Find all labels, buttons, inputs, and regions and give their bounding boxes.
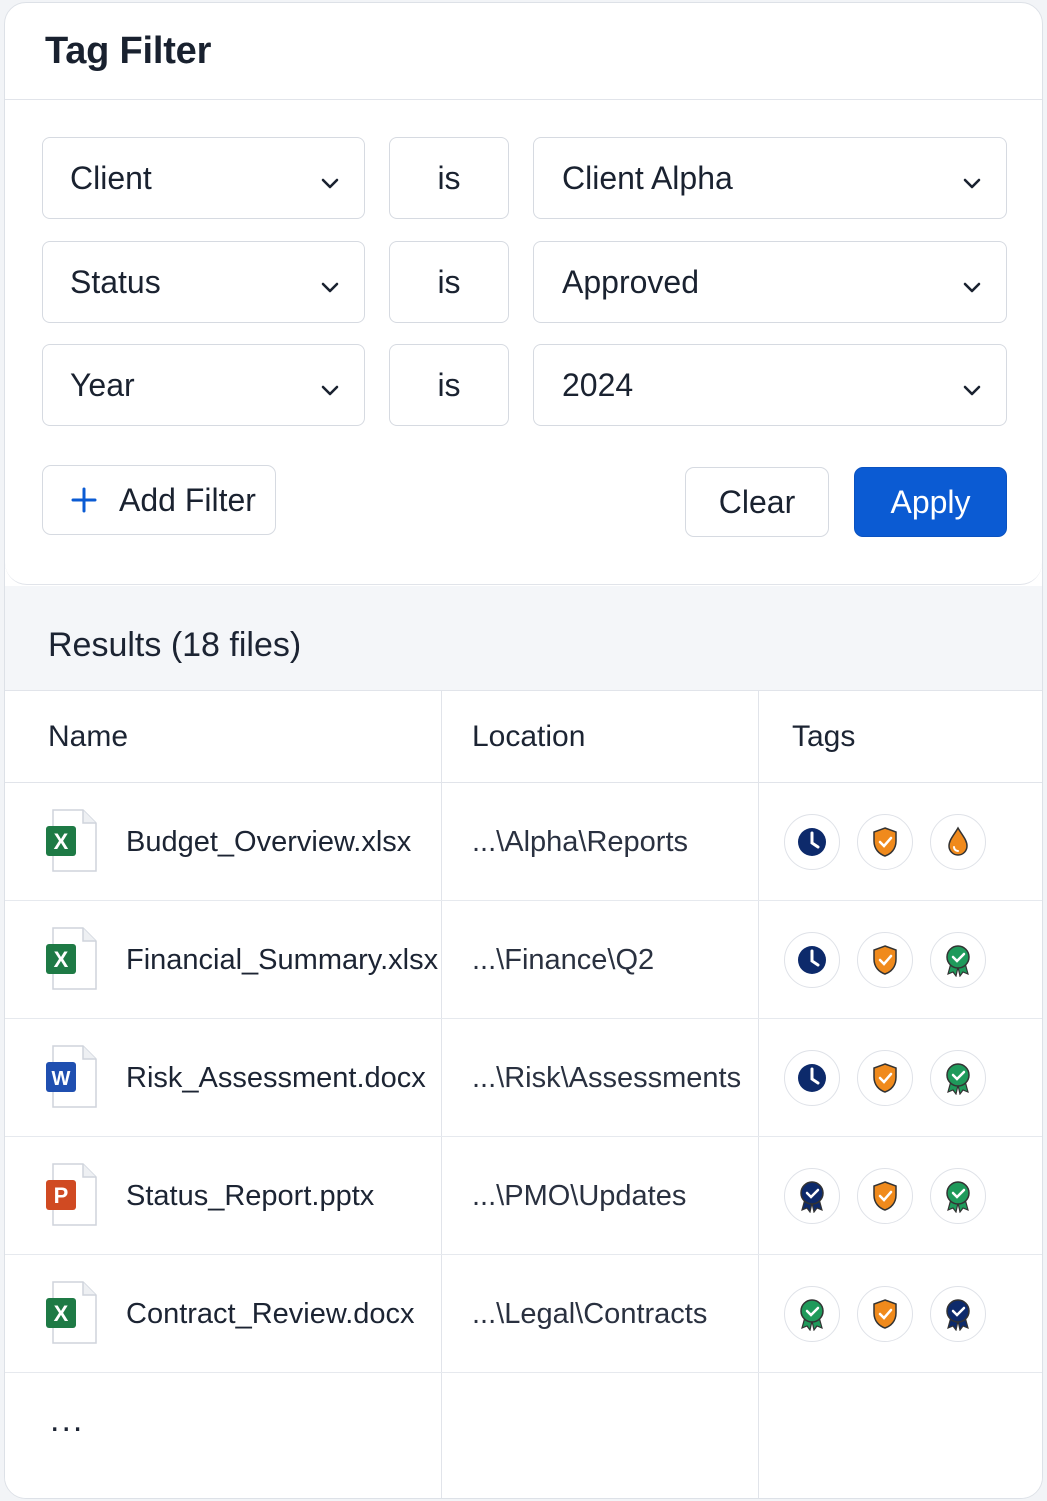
drop-icon[interactable]: [930, 814, 986, 870]
filter-operator[interactable]: is: [389, 344, 509, 426]
excel-file-icon: X: [45, 927, 97, 991]
file-location: ...\Legal\Contracts: [472, 1297, 708, 1330]
table-row[interactable]: W Risk_Assessment.docx ...\Risk\Assessme…: [5, 1019, 1042, 1137]
results-section: Results (18 files) Name Location Tags X …: [5, 586, 1042, 1498]
clock-icon[interactable]: [784, 1050, 840, 1106]
chevron-down-icon: [318, 373, 342, 397]
table-row[interactable]: X Contract_Review.docx ...\Legal\Contrac…: [5, 1255, 1042, 1373]
panel-header: Tag Filter: [5, 3, 1042, 100]
filter-key-select[interactable]: Year: [42, 344, 365, 426]
results-table: Name Location Tags X Budget_Overview.xls…: [5, 690, 1042, 1498]
file-name[interactable]: Contract_Review.docx: [126, 1255, 415, 1373]
badge-green-icon[interactable]: [930, 1050, 986, 1106]
filter-key-value: Status: [70, 263, 161, 300]
svg-text:X: X: [54, 947, 69, 972]
column-header-tags[interactable]: Tags: [792, 691, 855, 783]
chevron-down-icon: [318, 270, 342, 294]
excel-file-icon: X: [45, 809, 97, 873]
add-filter-button[interactable]: Add Filter: [42, 465, 276, 535]
filter-row: Status is Approved: [42, 241, 1007, 323]
badge-green-icon[interactable]: [784, 1286, 840, 1342]
svg-text:X: X: [54, 1301, 69, 1326]
svg-text:X: X: [54, 829, 69, 854]
table-header: Name Location Tags: [5, 691, 1042, 783]
chevron-down-icon: [960, 373, 984, 397]
tag-filter-panel: Tag Filter Client is Client Alpha Status: [4, 2, 1043, 1499]
filter-value-text: Client Alpha: [562, 159, 733, 196]
filter-key-value: Client: [70, 159, 152, 196]
filter-key-select[interactable]: Status: [42, 241, 365, 323]
badge-green-icon[interactable]: [930, 1168, 986, 1224]
shield-icon[interactable]: [857, 1168, 913, 1224]
clear-label: Clear: [718, 483, 796, 520]
badge-navy-icon[interactable]: [784, 1168, 840, 1224]
filter-operator[interactable]: is: [389, 137, 509, 219]
shield-icon[interactable]: [857, 814, 913, 870]
svg-text:W: W: [52, 1068, 71, 1090]
filter-operator-value: is: [437, 366, 461, 403]
add-filter-label: Add Filter: [119, 481, 256, 518]
excel-file-icon: X: [45, 1281, 97, 1345]
file-location: ...\PMO\Updates: [472, 1179, 687, 1212]
chevron-down-icon: [960, 270, 984, 294]
column-header-location[interactable]: Location: [472, 691, 585, 783]
clock-icon[interactable]: [784, 814, 840, 870]
svg-text:P: P: [54, 1183, 69, 1208]
file-location: ...\Finance\Q2: [472, 943, 655, 976]
filter-value-select[interactable]: 2024: [533, 344, 1007, 426]
shield-icon[interactable]: [857, 1286, 913, 1342]
more-results-indicator[interactable]: ...: [50, 1401, 84, 1440]
clock-icon[interactable]: [784, 932, 840, 988]
table-row[interactable]: X Financial_Summary.xlsx ...\Finance\Q2: [5, 901, 1042, 1019]
filter-value-text: Approved: [562, 263, 699, 300]
chevron-down-icon: [960, 166, 984, 190]
file-location: ...\Alpha\Reports: [472, 825, 688, 858]
filter-row: Client is Client Alpha: [42, 137, 1007, 219]
badge-navy-icon[interactable]: [930, 1286, 986, 1342]
shield-icon[interactable]: [857, 932, 913, 988]
badge-green-icon[interactable]: [930, 932, 986, 988]
table-row[interactable]: X Budget_Overview.xlsx ...\Alpha\Reports: [5, 783, 1042, 901]
table-row[interactable]: P Status_Report.pptx ...\PMO\Updates: [5, 1137, 1042, 1255]
apply-button[interactable]: Apply: [854, 467, 1007, 537]
file-name[interactable]: Financial_Summary.xlsx: [126, 901, 438, 1019]
apply-label: Apply: [890, 483, 971, 520]
panel-title: Tag Filter: [45, 29, 212, 72]
file-location: ...\Risk\Assessments: [472, 1061, 742, 1094]
filter-value-text: 2024: [562, 366, 634, 403]
file-name[interactable]: Status_Report.pptx: [126, 1137, 374, 1255]
filter-key-select[interactable]: Client: [42, 137, 365, 219]
clear-button[interactable]: Clear: [685, 467, 829, 537]
filter-operator-value: is: [437, 263, 461, 300]
filter-key-value: Year: [70, 366, 135, 403]
plus-icon: [69, 485, 99, 515]
filter-operator[interactable]: is: [389, 241, 509, 323]
word-file-icon: W: [45, 1045, 97, 1109]
file-name[interactable]: Risk_Assessment.docx: [126, 1019, 426, 1137]
filter-row: Year is 2024: [42, 344, 1007, 426]
chevron-down-icon: [318, 166, 342, 190]
file-name[interactable]: Budget_Overview.xlsx: [126, 783, 411, 901]
powerpoint-file-icon: P: [45, 1163, 97, 1227]
shield-icon[interactable]: [857, 1050, 913, 1106]
filter-value-select[interactable]: Client Alpha: [533, 137, 1007, 219]
filter-value-select[interactable]: Approved: [533, 241, 1007, 323]
filter-operator-value: is: [437, 159, 461, 196]
filter-section: Client is Client Alpha Status is Approve…: [5, 101, 1042, 585]
column-header-name[interactable]: Name: [48, 691, 128, 783]
results-title: Results (18 files): [48, 626, 302, 664]
